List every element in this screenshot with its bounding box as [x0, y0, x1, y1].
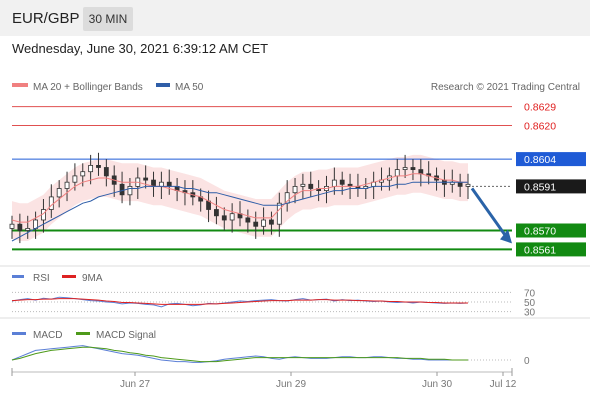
candle-body [48, 196, 54, 210]
candle-body [17, 223, 23, 231]
legend-signal-label: MACD Signal [96, 330, 156, 341]
macd-signal-line [11, 346, 468, 363]
legend-macd-swatch [12, 332, 26, 335]
legend-bb-swatch [12, 83, 28, 87]
price-chart: MA 20 + Bollinger Bands MA 50 Research © 2… [0, 82, 590, 390]
level-label: 0.8561 [524, 244, 556, 256]
level-label: 0.8591 [524, 181, 556, 193]
candle-body [103, 167, 109, 177]
candle-body [276, 202, 282, 225]
forecast-arrow-shaft [470, 187, 508, 238]
credit: Research © 2021 Trading Central [431, 82, 580, 93]
candle-body [9, 223, 15, 229]
level-label: 0.8629 [524, 102, 556, 114]
candle-body [394, 169, 400, 177]
candle-body [331, 179, 337, 187]
legend-rsi-ma-label: 9MA [82, 273, 103, 284]
level-label: 0.8620 [524, 121, 556, 133]
rsi-tick: 30 [524, 308, 536, 319]
candle-body [56, 188, 62, 198]
candle-body [221, 215, 227, 221]
candle-body [339, 179, 345, 185]
legend-ma50-swatch [156, 83, 170, 87]
x-tick-label: Jun 29 [276, 379, 306, 390]
x-tick-label: Jun 30 [422, 379, 452, 390]
candle-body [261, 219, 266, 227]
candle-body [253, 221, 259, 227]
x-tick-label: Jul 12 [490, 379, 517, 390]
candle-body [166, 181, 172, 187]
macd-line [11, 345, 468, 363]
candle-body [418, 169, 424, 175]
candle-body [96, 164, 101, 168]
candle-body [229, 213, 235, 221]
candle-body [127, 185, 133, 196]
candle-body [292, 185, 298, 194]
candle-body [402, 167, 408, 170]
candle-body [410, 167, 416, 170]
legend-bb-label: MA 20 + Bollinger Bands [33, 82, 143, 93]
candle-body [64, 181, 70, 189]
legend-signal-swatch [76, 332, 90, 335]
candle-body [143, 177, 149, 181]
candle-body [158, 181, 164, 187]
candle-body [25, 227, 31, 231]
level-label: 0.8604 [524, 154, 556, 166]
legend-rsi-ma-swatch [62, 275, 76, 278]
level-label: 0.8570 [524, 226, 556, 238]
candle-body [300, 183, 306, 187]
candle-body [119, 183, 125, 196]
x-tick-label: Jun 27 [120, 379, 150, 390]
candle-body [72, 175, 78, 183]
candle-body [80, 171, 86, 177]
candle-body [269, 219, 274, 225]
legend-ma50-label: MA 50 [175, 82, 204, 93]
candle-body [457, 181, 463, 187]
legend-rsi-label: RSI [33, 273, 50, 284]
macd-tick: 0 [524, 356, 530, 367]
legend-rsi-swatch [12, 275, 24, 278]
bollinger-band-area [12, 154, 468, 241]
legend-macd-label: MACD [33, 330, 62, 341]
candle-body [88, 164, 94, 173]
candle-body [151, 179, 156, 187]
candle-body [245, 217, 251, 223]
candle-body [465, 183, 471, 187]
candle-body [214, 209, 219, 217]
candle-body [308, 183, 314, 189]
